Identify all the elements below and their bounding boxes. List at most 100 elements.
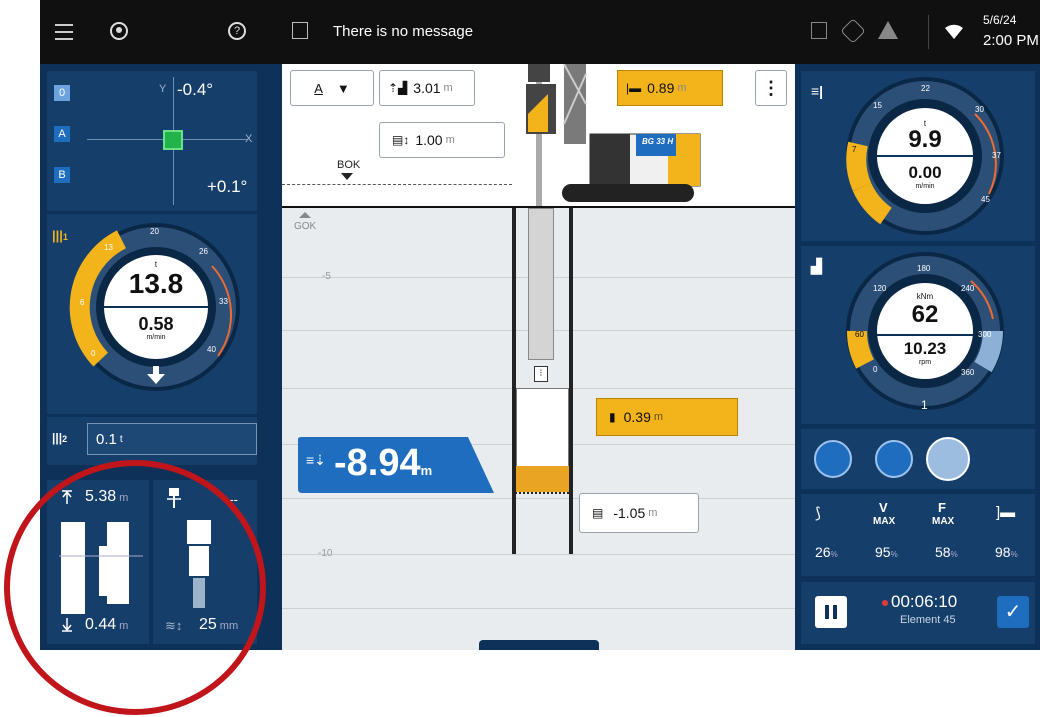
rg1-tick-37: 37: [992, 151, 1001, 160]
date-label: 5/6/24: [983, 13, 1017, 27]
top-measure-2: ▤↕ 1.00 m: [379, 122, 505, 158]
inclination-button-b[interactable]: B: [54, 167, 70, 183]
machine-label: BG 33 H: [642, 137, 674, 146]
winch1-gauge: [69, 223, 240, 391]
rg1-speed-unit: m/min: [915, 183, 935, 190]
bok-marker: [341, 173, 353, 180]
tool-yellow-measure: ▮ 0.39 m: [596, 398, 738, 436]
lift-icon: ≡|: [811, 83, 824, 99]
warning-triangle-icon[interactable]: [878, 21, 898, 39]
gridline: [282, 498, 795, 499]
rg2-tick-240: 240: [961, 284, 975, 293]
casing-right-wall: [569, 208, 573, 554]
depth-value: -8.94m: [334, 442, 433, 484]
rg2-sub: 1: [921, 398, 928, 412]
notification-icon[interactable]: [811, 22, 827, 39]
right-gauge2-panel: ▟ 0 60 120 180 240 300 360 kNm 62 10.23 …: [801, 246, 1035, 424]
right-gauge1-panel: ≡| 7 15 22 30 37 45 t 9.9 0.00 m/min: [801, 71, 1035, 241]
user-icon[interactable]: [110, 22, 128, 40]
axis-x-label: X: [245, 133, 253, 145]
stats-panel: ⟆ V MAX F MAX ]▬ 26% 95% 58% 98%: [801, 494, 1035, 576]
top-measure-1: ⇡▟ 3.01 m: [379, 70, 475, 106]
top-yellow-measure: |▬ 0.89 m: [617, 70, 723, 106]
menu-icon[interactable]: [55, 21, 73, 43]
annotation-circle: [4, 460, 266, 715]
stat-v-label: V: [879, 500, 888, 515]
mode-panel: [801, 429, 1035, 489]
height-icon: ⇡▟: [388, 81, 408, 95]
view-icon: A: [314, 80, 323, 96]
casing-left-wall: [512, 208, 516, 554]
winch1-tick-40: 40: [207, 345, 216, 354]
stat-v-max: MAX: [873, 516, 896, 527]
winch1-tick-33: 33: [219, 297, 228, 306]
warning-octagon-icon[interactable]: [840, 18, 866, 44]
tool-icon: ▮: [609, 410, 616, 424]
chevron-down-icon: ▼: [336, 80, 350, 96]
gok-label: GOK: [294, 221, 317, 232]
stat-value-2: 95%: [875, 544, 898, 560]
winch2-icon: |||2: [52, 431, 68, 445]
status-message: There is no message: [333, 23, 474, 40]
bottom-handle[interactable]: [479, 640, 599, 650]
tool-bottom: [512, 492, 573, 497]
inclination-button-0[interactable]: 0: [54, 85, 70, 101]
stat-f-label: F: [938, 500, 946, 515]
rg2-tick-360: 360: [961, 368, 975, 377]
depth-icon: ≡⇣: [306, 452, 326, 468]
bok-dashed-line: [282, 184, 512, 185]
winch1-speed-unit: m/min: [146, 334, 166, 341]
winch1-icon: |||1: [52, 228, 68, 243]
axis-y-label: Y: [159, 83, 167, 95]
time-label: 2:00 PM: [983, 32, 1039, 49]
tool-white-measure: ▤ -1.05 m: [579, 493, 699, 533]
pause-button[interactable]: [815, 596, 847, 628]
winch1-load-value: 13.8: [128, 268, 184, 299]
depth-mode-button[interactable]: [875, 440, 913, 478]
rg1-tick-45: 45: [981, 195, 990, 204]
right-column: ≡| 7 15 22 30 37 45 t 9.9 0.00 m/min ▟ 0…: [795, 64, 1040, 650]
winch2-panel: |||2 0.1 t: [47, 417, 257, 465]
timer-value: 00:06:10: [891, 592, 958, 611]
winch2-unit: t: [119, 433, 123, 445]
inclination-x-value: +0.1°: [207, 177, 248, 196]
winch1-tick-20: 20: [150, 227, 159, 236]
divider: [928, 15, 929, 49]
wifi-icon: [943, 22, 965, 40]
view-selector[interactable]: A ▼: [290, 70, 374, 106]
stat-value-4: 98%: [995, 544, 1018, 560]
winch-mode-button[interactable]: [814, 440, 852, 478]
rg2-tick-300: 300: [978, 330, 992, 339]
winch2-value-field: 0.1 t: [87, 423, 257, 455]
rg2-tick-60: 60: [855, 330, 864, 339]
status-bar: ? There is no message 5/6/24 2:00 PM: [40, 0, 1040, 64]
gok-marker: [299, 212, 311, 218]
inclination-target: [163, 130, 183, 150]
more-options-button[interactable]: ⋮: [755, 70, 787, 106]
rg2-speed: 10.23: [903, 339, 947, 358]
stat-winch-icon: ⟆: [815, 505, 821, 522]
stat-value-1: 26%: [815, 544, 838, 560]
inclination-button-a[interactable]: A: [54, 126, 70, 142]
winch1-speed-value: 0.58: [138, 314, 174, 334]
rg2-unit: kNm: [916, 292, 934, 301]
gridline: [282, 608, 795, 609]
winch1-tick-26: 26: [199, 247, 208, 256]
timer-panel: 00:06:10 Element 45 ✓: [801, 582, 1035, 644]
speed-mode-button[interactable]: [926, 437, 970, 481]
winch1-tick-13: 13: [104, 243, 113, 252]
stat-f-max: MAX: [932, 516, 955, 527]
confirm-button[interactable]: ✓: [997, 596, 1029, 628]
rg1-tick-30: 30: [975, 105, 984, 114]
axis-label-minus10: -10: [318, 548, 333, 559]
kelly-lock-icon: ⁝: [534, 366, 548, 382]
drilling-view: -5 -10 A ▼ ⇡▟ 3.01 m ▤↕ 1.00 m BOK GOK B…: [282, 64, 795, 650]
rg1-tick-7: 7: [852, 145, 857, 154]
rg1-tick-22: 22: [921, 84, 930, 93]
winch1-panel: |||1 0 6 13 20 26 33 40 t 13.8 0.58 m/mi…: [47, 214, 257, 414]
torque-icon: ▟: [811, 258, 822, 274]
inclination-y-value: -0.4°: [177, 80, 214, 99]
inclination-panel: 0 A B Y X -0.4° +0.1°: [47, 71, 257, 211]
message-icon: [292, 22, 308, 39]
help-icon[interactable]: ?: [228, 22, 246, 40]
